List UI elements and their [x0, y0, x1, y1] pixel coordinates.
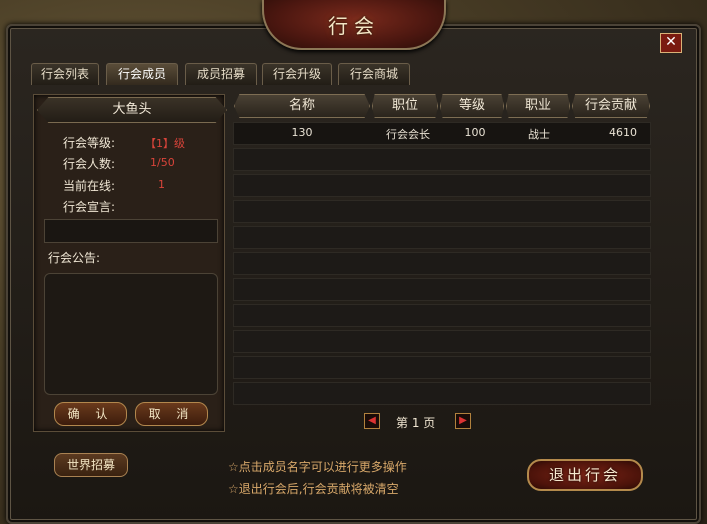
- guild-level-label: 行会等级:: [63, 136, 116, 150]
- column-header-name[interactable]: 名称: [234, 94, 370, 118]
- tab-guild-upgrade[interactable]: 行会升级: [262, 63, 332, 85]
- world-recruit-button[interactable]: 世界招募: [54, 453, 128, 477]
- column-header-position[interactable]: 职位: [372, 94, 438, 118]
- table-row: [233, 382, 651, 405]
- close-icon[interactable]: ✕: [660, 33, 682, 53]
- guild-online-value: 1: [158, 178, 165, 191]
- cancel-button[interactable]: 取 消: [135, 402, 208, 426]
- tab-guild-members[interactable]: 行会成员: [106, 63, 178, 85]
- page-indicator: 第 1 页: [396, 416, 436, 430]
- table-row[interactable]: 130 行会会长 100 战士 4610: [233, 122, 651, 145]
- table-row: [233, 278, 651, 301]
- table-row: [233, 252, 651, 275]
- table-row: [233, 356, 651, 379]
- guild-notice-label: 行会公告:: [48, 251, 101, 265]
- member-class: 战士: [528, 128, 550, 141]
- guild-members-value: 1/50: [150, 156, 175, 169]
- exit-guild-button[interactable]: 退出行会: [527, 459, 643, 491]
- column-header-class[interactable]: 职业: [506, 94, 570, 118]
- member-contribution: 4610: [609, 126, 637, 139]
- tip-click-member: ☆点击成员名字可以进行更多操作: [228, 460, 407, 474]
- guild-declaration-field[interactable]: [44, 219, 218, 243]
- previous-page-icon[interactable]: ◀: [364, 413, 380, 429]
- window-title: 行会: [328, 14, 380, 38]
- tab-guild-list[interactable]: 行会列表: [31, 63, 99, 85]
- guild-declaration-label: 行会宣言:: [63, 200, 116, 214]
- table-row: [233, 174, 651, 197]
- next-page-icon[interactable]: ▶: [455, 413, 471, 429]
- guild-members-label: 行会人数:: [63, 157, 116, 171]
- guild-online-label: 当前在线:: [63, 179, 116, 193]
- table-row: [233, 226, 651, 249]
- table-row: [233, 304, 651, 327]
- guild-name: 大鱼头: [37, 97, 227, 123]
- tab-member-recruit[interactable]: 成员招募: [185, 63, 257, 85]
- tip-exit-warning: ☆退出行会后,行会贡献将被清空: [228, 482, 399, 496]
- column-header-level[interactable]: 等级: [440, 94, 504, 118]
- tab-guild-shop[interactable]: 行会商城: [338, 63, 410, 85]
- member-position: 行会会长: [386, 128, 430, 141]
- table-row: [233, 148, 651, 171]
- window-title-plate: 行会: [262, 0, 446, 50]
- column-header-contribution[interactable]: 行会贡献: [572, 94, 650, 118]
- member-level: 100: [464, 126, 486, 139]
- guild-level-value: 【1】级: [145, 137, 185, 150]
- guild-notice-field[interactable]: [44, 273, 218, 395]
- table-row: [233, 200, 651, 223]
- confirm-button[interactable]: 确 认: [54, 402, 127, 426]
- member-name[interactable]: 130: [290, 126, 314, 139]
- table-row: [233, 330, 651, 353]
